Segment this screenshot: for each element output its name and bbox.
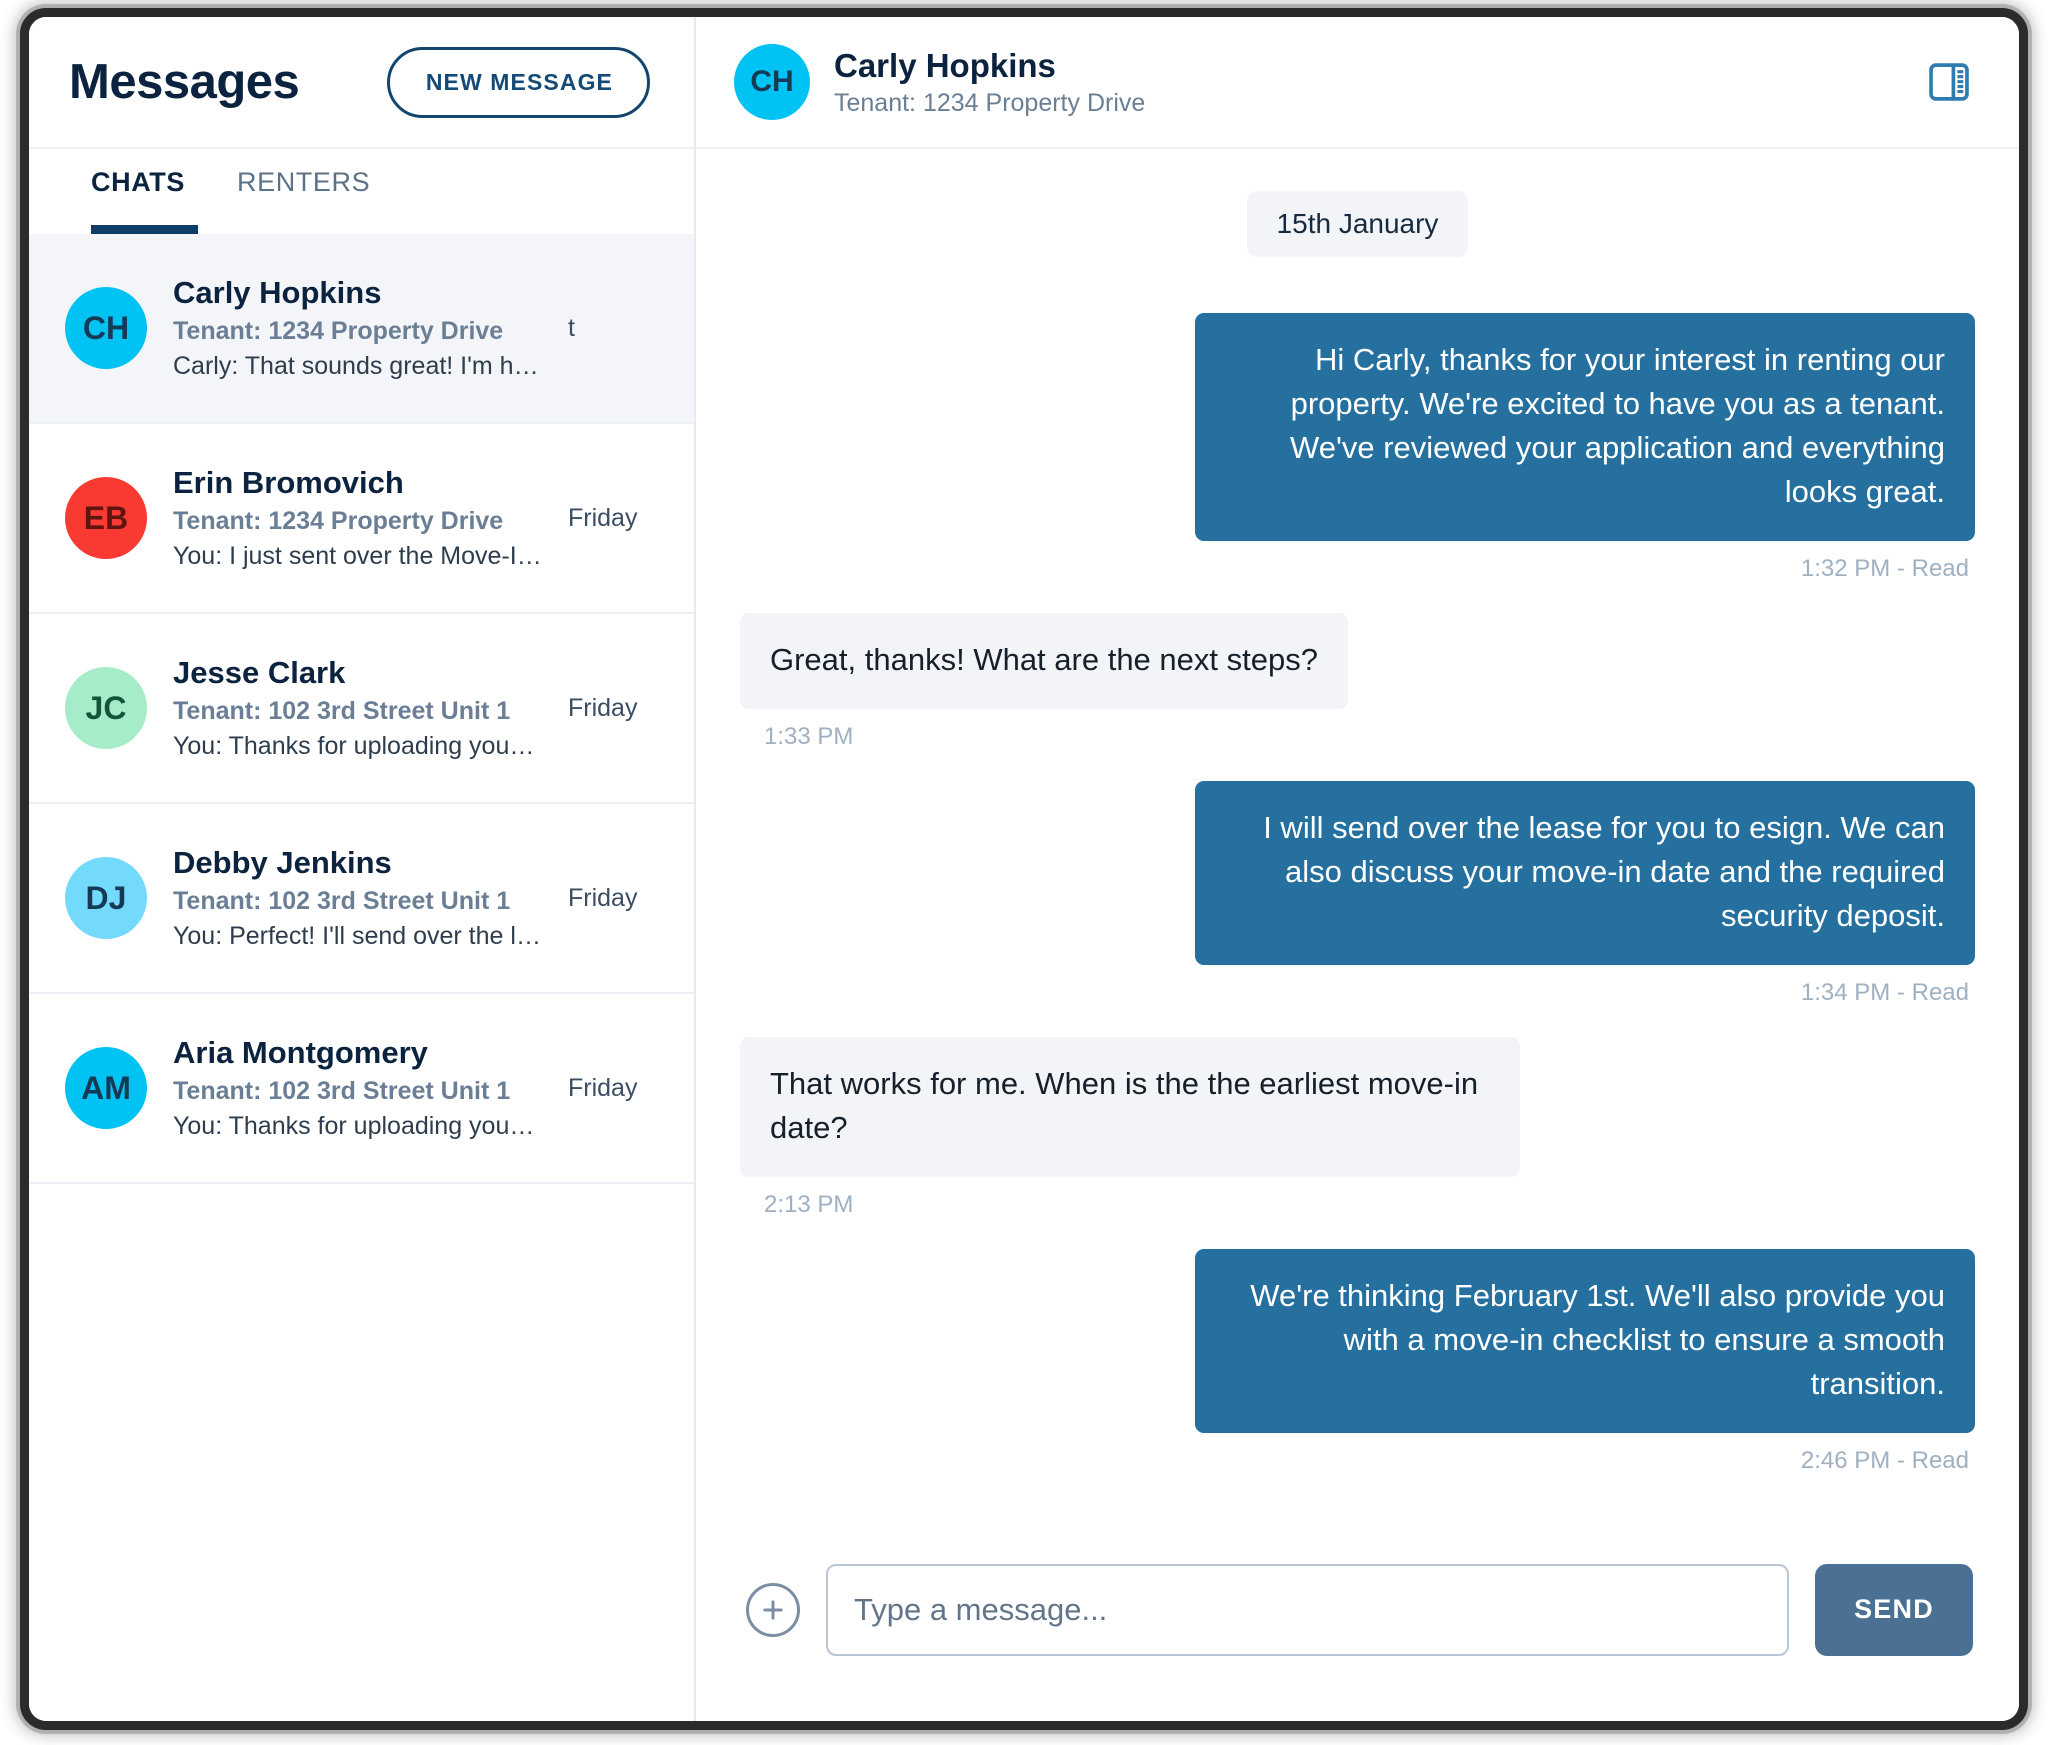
- message-out: Hi Carly, thanks for your interest in re…: [740, 313, 1975, 583]
- conversation-identity: Carly Hopkins Tenant: 1234 Property Driv…: [834, 47, 1145, 118]
- chat-list-item[interactable]: JC Jesse Clark Tenant: 102 3rd Street Unit…: [29, 614, 694, 804]
- chat-item-details: Aria Montgomery Tenant: 102 3rd Street Un…: [173, 1035, 542, 1141]
- chat-item-timestamp: Friday: [568, 883, 638, 912]
- sidebar-tabs: CHATS RENTERS: [29, 149, 694, 234]
- chat-item-name: Carly Hopkins: [173, 275, 382, 310]
- conversation-panel: CH Carly Hopkins Tenant: 1234 Property D…: [696, 17, 2019, 1721]
- message-input[interactable]: [826, 1563, 1789, 1656]
- conversation-subtitle: Tenant: 1234 Property Drive: [834, 88, 1146, 117]
- chat-item-preview: You: I just sent over the Move-In...: [173, 542, 542, 570]
- side-panel-icon[interactable]: [1923, 56, 1975, 108]
- active-tab-indicator: [91, 225, 198, 234]
- chat-item-details: Erin Bromovich Tenant: 1234 Property Driv…: [173, 465, 542, 571]
- message-meta: 2:13 PM: [764, 1191, 854, 1219]
- message-bubble: Hi Carly, thanks for your interest in re…: [1195, 313, 1975, 542]
- message-out: I will send over the lease for you to es…: [740, 781, 1975, 1007]
- date-divider: 15th January: [740, 191, 1975, 257]
- send-button[interactable]: SEND: [1815, 1563, 1973, 1656]
- message-bubble: I will send over the lease for you to es…: [1195, 781, 1975, 966]
- avatar: JC: [65, 667, 147, 749]
- messages-app: Messages NEW MESSAGE CHATS RENTERS CH Car…: [29, 17, 2019, 1721]
- chat-item-timestamp: t: [568, 313, 575, 342]
- message-bubble: That works for me. When is the the earli…: [740, 1037, 1520, 1178]
- new-message-button[interactable]: NEW MESSAGE: [386, 46, 650, 118]
- sidebar-header: Messages NEW MESSAGE: [29, 17, 694, 149]
- chat-item-preview: You: Thanks for uploading your d...: [173, 1112, 542, 1140]
- message-meta: 2:46 PM - Read: [1800, 1447, 1969, 1475]
- chat-list-item[interactable]: CH Carly Hopkins Tenant: 1234 Property Dri…: [29, 234, 694, 424]
- chat-item-timestamp: Friday: [568, 503, 638, 532]
- conversation-title: Carly Hopkins: [834, 46, 1056, 84]
- chat-item-details: Carly Hopkins Tenant: 1234 Property Drive…: [173, 275, 542, 381]
- screenshot-frame: Messages NEW MESSAGE CHATS RENTERS CH Car…: [0, 0, 2048, 1745]
- chat-item-name: Aria Montgomery: [173, 1035, 428, 1070]
- chat-item-preview: You: Thanks for uploading your d...: [173, 732, 542, 760]
- avatar: EB: [65, 477, 147, 559]
- avatar: CH: [734, 44, 810, 120]
- messages-sidebar: Messages NEW MESSAGE CHATS RENTERS CH Car…: [29, 17, 696, 1721]
- date-chip: 15th January: [1246, 191, 1469, 257]
- avatar: AM: [65, 1047, 147, 1129]
- message-bubble: We're thinking February 1st. We'll also …: [1195, 1249, 1975, 1434]
- messages-container: Hi Carly, thanks for your interest in re…: [740, 313, 1975, 1505]
- chat-item-preview: Carly: That sounds great! I'm hap...: [173, 352, 542, 380]
- message-in: Great, thanks! What are the next steps? 1…: [740, 613, 1975, 751]
- conversation-header: CH Carly Hopkins Tenant: 1234 Property D…: [696, 17, 2019, 149]
- message-thread: 15th January Hi Carly, thanks for your i…: [696, 149, 2019, 1546]
- message-bubble: Great, thanks! What are the next steps?: [740, 613, 1348, 710]
- chat-list-item[interactable]: EB Erin Bromovich Tenant: 1234 Property Dr…: [29, 424, 694, 614]
- tab-renters[interactable]: RENTERS: [237, 167, 370, 222]
- chat-item-preview: You: Perfect! I'll send over the lea...: [173, 922, 542, 950]
- chat-list-item[interactable]: DJ Debby Jenkins Tenant: 102 3rd Street Un…: [29, 804, 694, 994]
- chat-item-details: Jesse Clark Tenant: 102 3rd Street Unit 1…: [173, 655, 542, 761]
- chat-item-name: Debby Jenkins: [173, 845, 392, 880]
- chat-item-subtitle: Tenant: 1234 Property Drive: [173, 507, 504, 535]
- message-meta: 1:34 PM - Read: [1800, 979, 1969, 1007]
- page-title: Messages: [69, 55, 300, 109]
- chat-list-item[interactable]: AM Aria Montgomery Tenant: 102 3rd Street …: [29, 994, 694, 1184]
- message-meta: 1:32 PM - Read: [1800, 555, 1969, 583]
- chat-item-name: Erin Bromovich: [173, 465, 404, 500]
- plus-circle-icon[interactable]: [746, 1582, 800, 1637]
- chat-item-subtitle: Tenant: 102 3rd Street Unit 1: [173, 887, 511, 915]
- chat-item-details: Debby Jenkins Tenant: 102 3rd Street Unit…: [173, 845, 542, 951]
- chat-item-timestamp: Friday: [568, 693, 638, 722]
- avatar: DJ: [65, 857, 147, 939]
- tab-chats[interactable]: CHATS: [91, 167, 185, 222]
- message-composer: SEND: [696, 1546, 2019, 1721]
- chat-item-timestamp: Friday: [568, 1073, 638, 1102]
- chat-item-subtitle: Tenant: 102 3rd Street Unit 1: [173, 697, 511, 725]
- message-in: That works for me. When is the the earli…: [740, 1037, 1975, 1219]
- chat-list: CH Carly Hopkins Tenant: 1234 Property Dri…: [29, 234, 694, 1721]
- message-out: We're thinking February 1st. We'll also …: [740, 1249, 1975, 1475]
- avatar: CH: [65, 287, 147, 369]
- chat-item-name: Jesse Clark: [173, 655, 346, 690]
- chat-item-subtitle: Tenant: 102 3rd Street Unit 1: [173, 1077, 511, 1105]
- chat-item-subtitle: Tenant: 1234 Property Drive: [173, 317, 504, 345]
- message-meta: 1:33 PM: [764, 723, 854, 751]
